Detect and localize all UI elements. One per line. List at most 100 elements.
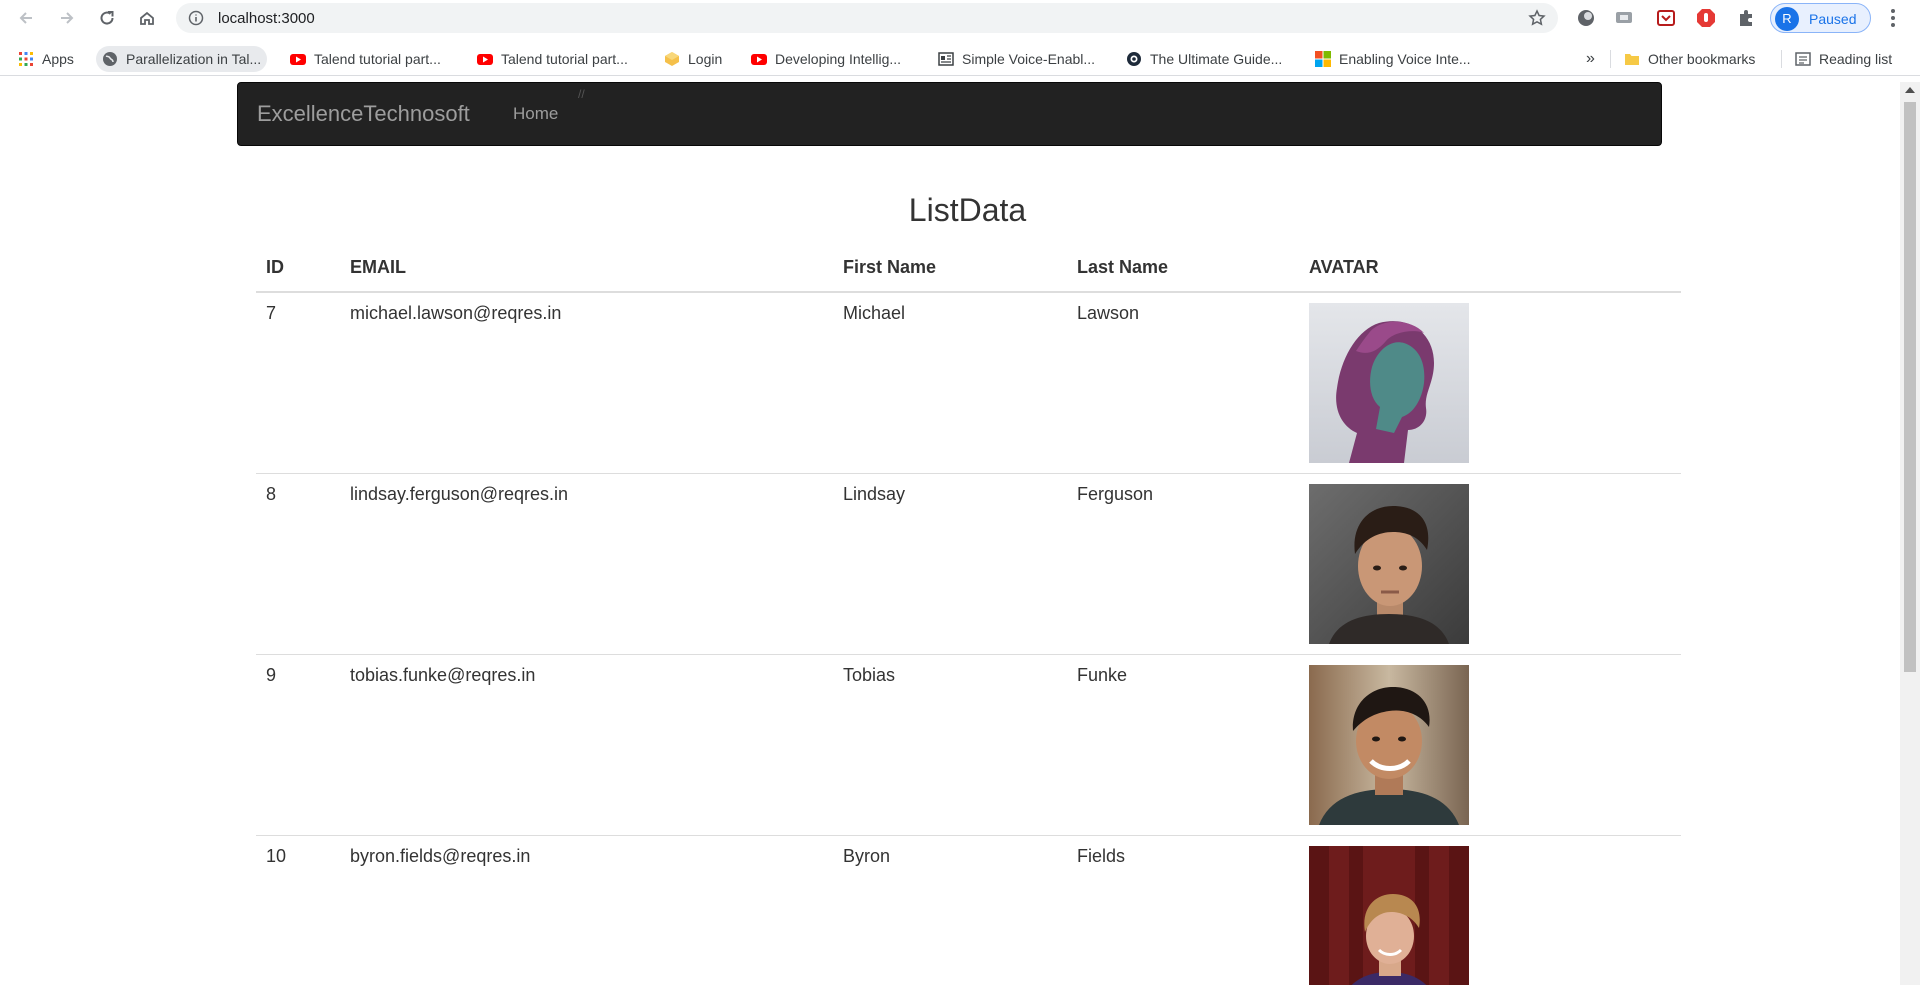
profile-avatar: R [1775, 7, 1799, 31]
extension-circle-icon[interactable] [1576, 8, 1596, 28]
youtube-icon [290, 54, 306, 65]
bookmarks-overflow-button[interactable]: » [1586, 46, 1595, 72]
youtube-icon [477, 54, 493, 65]
bookmarks-divider [1610, 50, 1611, 68]
extension-adblock-icon[interactable] [1696, 8, 1716, 28]
scroll-up-arrow-icon[interactable] [1905, 87, 1915, 93]
browser-toolbar: localhost:3000 R Paused [0, 0, 1920, 36]
overflow-chevron-icon: » [1586, 50, 1595, 67]
microsoft-icon [1315, 51, 1331, 67]
cell-id: 10 [256, 835, 340, 985]
bookmark-label: The Ultimate Guide... [1150, 51, 1283, 67]
reload-button[interactable] [93, 5, 121, 31]
reload-icon [100, 11, 114, 25]
bookmark-label: Login [688, 51, 723, 67]
bookmark-label: Other bookmarks [1648, 51, 1756, 67]
site-navbar: ExcellenceTechnosoft Home // [237, 82, 1662, 146]
bookmarks-bar: Apps Parallelization in Tal... Talend tu… [0, 42, 1920, 76]
cell-id: 8 [256, 473, 340, 655]
cell-avatar [1299, 835, 1681, 985]
bookmark-simple-voice[interactable]: Simple Voice-Enabl... [938, 46, 1095, 72]
cell-email: michael.lawson@reqres.in [340, 291, 833, 474]
column-header-email: EMAIL [340, 242, 833, 293]
other-bookmarks-button[interactable]: Other bookmarks [1624, 46, 1755, 72]
bookmark-label: Talend tutorial part... [501, 51, 628, 67]
bookmark-talend-1[interactable]: Talend tutorial part... [290, 46, 441, 72]
url-text[interactable]: localhost:3000 [218, 10, 315, 27]
bookmark-developing[interactable]: Developing Intellig... [751, 46, 901, 72]
more-menu-icon[interactable] [1882, 6, 1904, 30]
bookmark-label: Reading list [1819, 51, 1893, 67]
cell-id: 9 [256, 654, 340, 836]
extensions-puzzle-icon[interactable] [1736, 8, 1756, 28]
cell-first-name: Tobias [833, 654, 1067, 836]
site-info-icon[interactable] [188, 10, 204, 26]
table-header-row: ID EMAIL First Name Last Name AVATAR [256, 242, 1681, 293]
column-header-avatar: AVATAR [1299, 242, 1681, 293]
table-row: 8 lindsay.ferguson@reqres.in Lindsay Fer… [256, 473, 1681, 655]
page-viewport: ExcellenceTechnosoft Home // ListData ID… [0, 82, 1900, 985]
address-bar[interactable]: localhost:3000 [176, 3, 1558, 33]
avatar-image [1309, 665, 1469, 825]
nav-link-home[interactable]: Home [513, 104, 558, 124]
bookmarks-divider [1781, 50, 1782, 68]
forward-arrow-icon [61, 12, 74, 24]
scrollbar-thumb[interactable] [1904, 102, 1916, 672]
reading-list-icon [1795, 52, 1811, 66]
cell-last-name: Lawson [1067, 291, 1299, 474]
cell-first-name: Lindsay [833, 473, 1067, 655]
cell-id: 7 [256, 291, 340, 474]
article-icon [938, 52, 954, 66]
avatar-image [1309, 484, 1469, 644]
cell-avatar [1299, 291, 1681, 474]
cell-last-name: Funke [1067, 654, 1299, 836]
apps-grid-icon [19, 52, 33, 66]
folder-icon [1625, 54, 1639, 65]
nav-separator: // [578, 87, 585, 101]
bookmark-label: Enabling Voice Inte... [1339, 51, 1471, 67]
back-button[interactable] [12, 5, 40, 31]
profile-status: Paused [1809, 11, 1857, 27]
bookmark-star-icon[interactable] [1528, 9, 1546, 27]
site-icon [1127, 52, 1141, 66]
avatar-image [1309, 303, 1469, 463]
extension-pocket-icon[interactable] [1656, 8, 1676, 28]
cell-first-name: Byron [833, 835, 1067, 985]
table-row: 9 tobias.funke@reqres.in Tobias Funke [256, 654, 1681, 836]
navbar-brand[interactable]: ExcellenceTechnosoft [257, 101, 470, 127]
globe-icon [103, 52, 117, 66]
table-row: 10 byron.fields@reqres.in Byron Fields [256, 835, 1681, 985]
cell-last-name: Ferguson [1067, 473, 1299, 655]
column-header-id: ID [256, 242, 340, 293]
bookmark-label: Parallelization in Tal... [126, 51, 262, 67]
back-arrow-icon [19, 12, 32, 24]
bookmark-ultimate-guide[interactable]: The Ultimate Guide... [1126, 46, 1282, 72]
cell-avatar [1299, 654, 1681, 836]
bookmark-label: Simple Voice-Enabl... [962, 51, 1096, 67]
reading-list-button[interactable]: Reading list [1795, 46, 1892, 72]
forward-button[interactable] [53, 5, 81, 31]
cell-last-name: Fields [1067, 835, 1299, 985]
cell-email: tobias.funke@reqres.in [340, 654, 833, 836]
cell-avatar [1299, 473, 1681, 655]
bookmark-label: Developing Intellig... [775, 51, 902, 67]
bookmark-login[interactable]: Login [664, 46, 722, 72]
bookmark-label: Apps [42, 51, 74, 67]
bookmark-label: Talend tutorial part... [314, 51, 441, 67]
bookmark-enabling-voice[interactable]: Enabling Voice Inte... [1315, 46, 1471, 72]
column-header-last-name: Last Name [1067, 242, 1299, 293]
page-scrollbar[interactable] [1900, 82, 1920, 985]
column-header-first-name: First Name [833, 242, 1067, 293]
extension-chat-icon[interactable] [1614, 8, 1634, 28]
bookmark-apps[interactable]: Apps [18, 46, 74, 72]
profile-button[interactable]: R Paused [1770, 3, 1871, 33]
table-row: 7 michael.lawson@reqres.in Michael Lawso… [256, 291, 1681, 474]
youtube-icon [751, 54, 767, 65]
cell-email: lindsay.ferguson@reqres.in [340, 473, 833, 655]
page-title: ListData [908, 192, 1027, 228]
cell-email: byron.fields@reqres.in [340, 835, 833, 985]
bookmark-talend-2[interactable]: Talend tutorial part... [477, 46, 628, 72]
bookmark-parallelization[interactable]: Parallelization in Tal... [96, 46, 268, 72]
home-button[interactable] [133, 5, 161, 31]
avatar-image [1309, 846, 1469, 985]
